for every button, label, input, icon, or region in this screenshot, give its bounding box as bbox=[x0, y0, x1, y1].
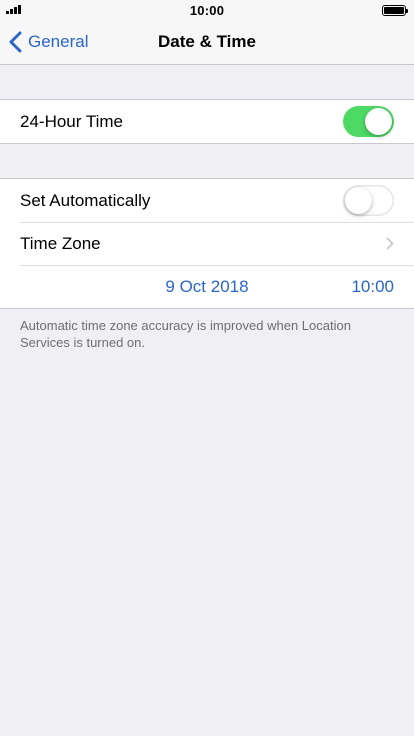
status-time: 10:00 bbox=[189, 3, 225, 18]
battery-full-icon bbox=[382, 5, 408, 16]
time-value[interactable]: 10:00 bbox=[351, 277, 394, 297]
chevron-right-icon bbox=[386, 237, 394, 250]
toggle-knob bbox=[345, 187, 372, 214]
toggle-knob bbox=[365, 108, 392, 135]
page-title: Date & Time bbox=[158, 32, 256, 51]
row-24-hour-time: 24-Hour Time bbox=[0, 100, 414, 143]
toggle-24-hour-time[interactable] bbox=[343, 106, 394, 137]
navigation-bar: General Date & Time bbox=[0, 20, 414, 65]
row-label-time-zone: Time Zone bbox=[20, 233, 101, 253]
toggle-set-automatically[interactable] bbox=[343, 185, 394, 216]
status-bar: 10:00 bbox=[0, 0, 414, 20]
row-date-time: 9 Oct 2018 10:00 bbox=[0, 265, 414, 308]
settings-group-clock-format: 24-Hour Time bbox=[0, 99, 414, 144]
row-time-zone[interactable]: Time Zone bbox=[0, 222, 414, 265]
footer-note: Automatic time zone accuracy is improved… bbox=[20, 318, 351, 350]
settings-group-date-time: Set Automatically Time Zone 9 Oct 2018 1… bbox=[0, 178, 414, 309]
row-set-automatically: Set Automatically bbox=[0, 179, 414, 222]
